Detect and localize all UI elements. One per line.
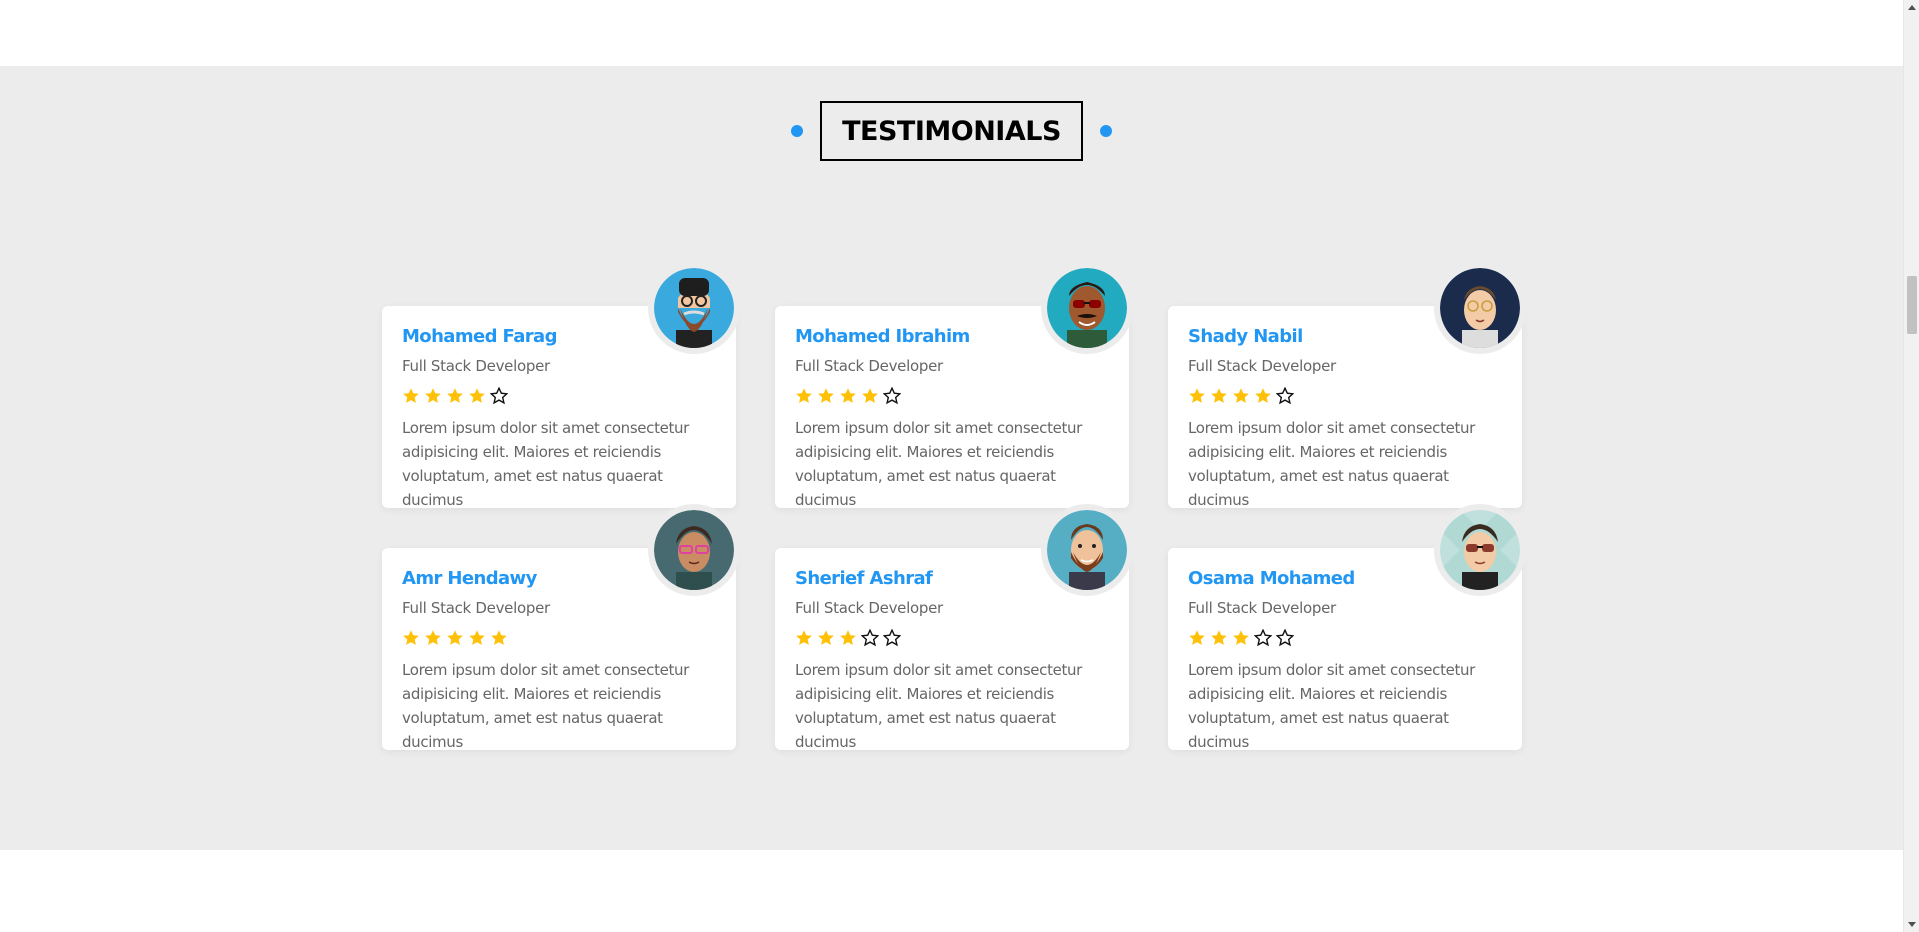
star-filled-icon [1211, 630, 1227, 645]
avatar-ring [1434, 262, 1526, 354]
testimonial-text: Lorem ipsum dolor sit amet consectetur a… [795, 419, 1082, 509]
avatar-ring [648, 262, 740, 354]
testimonial-text: Lorem ipsum dolor sit amet consectetur a… [402, 661, 689, 751]
rating-stars [795, 385, 1109, 407]
star-filled-icon [1189, 630, 1205, 645]
star-filled-icon [840, 630, 856, 645]
star-filled-icon [1233, 630, 1249, 645]
star-filled-icon [447, 388, 463, 403]
star-filled-icon [425, 630, 441, 645]
star-empty-icon [883, 387, 901, 405]
star-filled-icon [796, 388, 812, 403]
star-filled-icon [447, 630, 463, 645]
star-empty-icon [490, 387, 508, 405]
scroll-down-arrow-icon[interactable] [1908, 922, 1916, 927]
testimonial-role: Full Stack Developer [795, 599, 943, 617]
testimonial-card: Mohamed Ibrahim Full Stack Developer Lor… [775, 262, 1133, 509]
avatar-ring [1434, 504, 1526, 596]
star-empty-icon [861, 629, 879, 647]
section-title-text: TESTIMONIALS [842, 115, 1061, 147]
star-filled-icon [1189, 388, 1205, 403]
title-right-dot [1099, 125, 1112, 137]
rating-stars [402, 627, 716, 649]
avatar [654, 510, 734, 590]
testimonial-text: Lorem ipsum dolor sit amet consectetur a… [1188, 419, 1475, 509]
rating-stars [1188, 627, 1502, 649]
section-title-wrap: TESTIMONIALS [0, 101, 1903, 161]
star-filled-icon [491, 630, 507, 645]
star-filled-icon [1233, 388, 1249, 403]
star-empty-icon [1276, 629, 1294, 647]
testimonial-role: Full Stack Developer [1188, 599, 1336, 617]
rating-stars [795, 627, 1109, 649]
star-filled-icon [1255, 388, 1271, 403]
testimonial-role: Full Stack Developer [1188, 357, 1336, 375]
testimonial-card: Sherief Ashraf Full Stack Developer Lore… [775, 504, 1133, 751]
previous-section-bottom [0, 0, 1903, 66]
avatar-ring [1041, 262, 1133, 354]
testimonial-text: Lorem ipsum dolor sit amet consectetur a… [1188, 661, 1475, 751]
avatar-ring [1041, 504, 1133, 596]
next-section-top [0, 850, 1903, 932]
testimonial-role: Full Stack Developer [402, 599, 550, 617]
testimonial-role: Full Stack Developer [402, 357, 550, 375]
testimonial-card: Amr Hendawy Full Stack Developer Lorem i… [382, 504, 740, 751]
star-filled-icon [469, 630, 485, 645]
testimonial-text: Lorem ipsum dolor sit amet consectetur a… [402, 419, 689, 509]
star-filled-icon [469, 388, 485, 403]
testimonial-card: Osama Mohamed Full Stack Developer Lorem… [1168, 504, 1526, 751]
star-empty-icon [1254, 629, 1272, 647]
avatar [1440, 510, 1520, 590]
testimonial-card: Shady Nabil Full Stack Developer Lorem i… [1168, 262, 1526, 509]
testimonial-role: Full Stack Developer [795, 357, 943, 375]
title-left-dot [791, 125, 804, 137]
scrollbar-thumb[interactable] [1907, 276, 1917, 334]
avatar-ring [648, 504, 740, 596]
star-empty-icon [883, 629, 901, 647]
avatar [1047, 510, 1127, 590]
page-scrollbar[interactable] [1903, 0, 1919, 932]
star-filled-icon [403, 388, 419, 403]
testimonial-card: Mohamed Farag Full Stack Developer Lorem… [382, 262, 740, 509]
star-filled-icon [425, 388, 441, 403]
star-filled-icon [818, 630, 834, 645]
rating-stars [1188, 385, 1502, 407]
star-filled-icon [818, 388, 834, 403]
avatar [654, 268, 734, 348]
star-filled-icon [403, 630, 419, 645]
scroll-up-arrow-icon[interactable] [1908, 5, 1916, 10]
testimonial-text: Lorem ipsum dolor sit amet consectetur a… [795, 661, 1082, 751]
star-filled-icon [1211, 388, 1227, 403]
avatar [1047, 268, 1127, 348]
star-filled-icon [862, 388, 878, 403]
section-title: TESTIMONIALS [791, 101, 1112, 161]
star-filled-icon [796, 630, 812, 645]
star-empty-icon [1276, 387, 1294, 405]
star-filled-icon [840, 388, 856, 403]
rating-stars [402, 385, 716, 407]
avatar [1440, 268, 1520, 348]
